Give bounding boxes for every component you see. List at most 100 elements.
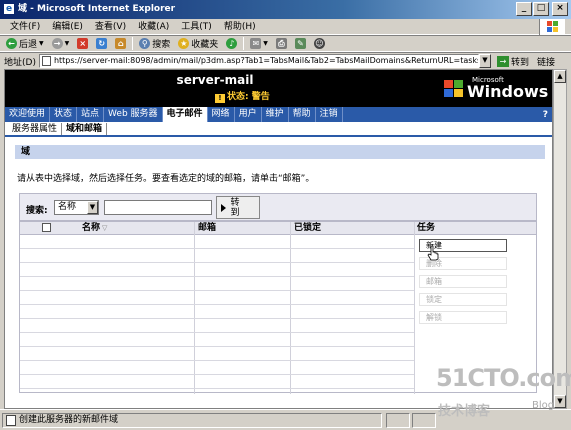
table-row[interactable] [20, 333, 414, 347]
nav-tab-sites[interactable]: 站点 [77, 107, 105, 122]
menu-view[interactable]: 查看(V) [89, 20, 132, 34]
task-panel: 新建 删除 邮箱 锁定 解锁 [415, 235, 536, 392]
refresh-button[interactable]: ↻ [92, 38, 111, 49]
nav-tab-users[interactable]: 用户 [235, 107, 262, 122]
nav-tab-status[interactable]: 状态 [50, 107, 78, 122]
table-row[interactable] [20, 277, 414, 291]
select-all-checkbox[interactable] [42, 223, 51, 232]
back-label: 后退 [19, 40, 38, 50]
page-icon [41, 56, 51, 66]
main-nav: 欢迎使用 状态 站点 Web 服务器 电子邮件 网络 用户 维护 帮助 注销 ? [5, 107, 552, 122]
nav-tab-email[interactable]: 电子邮件 [162, 107, 208, 122]
scroll-up-button[interactable]: ▲ [554, 70, 566, 83]
toolbar: ← 后退 ▼ → ▼ × ↻ ⌂ ⚲ 搜索 ★ 收藏夹 ♪ ✉ ▼ ⎙ ✎ ☺ [0, 35, 571, 52]
help-icon[interactable]: ? [543, 110, 552, 120]
table-row[interactable] [20, 361, 414, 375]
table-row[interactable] [20, 347, 414, 361]
table-row[interactable] [20, 263, 414, 277]
search-go-button[interactable]: 转到 [216, 196, 260, 219]
server-status[interactable]: ! 状态: 警告 [215, 89, 270, 103]
forward-button[interactable]: → ▼ [48, 38, 74, 49]
hand-cursor-icon [427, 245, 439, 261]
mail-button[interactable]: ✉ ▼ [246, 38, 272, 49]
media-button[interactable]: ♪ [222, 38, 241, 49]
column-header-locked[interactable]: 已锁定 [294, 222, 321, 235]
task-mailboxes-button[interactable]: 邮箱 [419, 275, 507, 288]
sort-icon: ▽ [102, 224, 108, 232]
table-row[interactable] [20, 249, 414, 263]
menu-edit[interactable]: 编辑(E) [46, 20, 89, 34]
address-input[interactable]: https://server-mail:8098/admin/mail/p3dm… [38, 54, 479, 68]
menu-help[interactable]: 帮助(H) [218, 20, 262, 34]
back-button[interactable]: ← 后退 ▼ [2, 37, 48, 50]
server-name: server-mail [176, 73, 254, 87]
status-message: 创建此服务器的新邮件域 [2, 413, 382, 428]
go-arrow-icon: → [496, 55, 509, 67]
table-row[interactable] [20, 319, 414, 333]
subtab-server-properties[interactable]: 服务器属性 [8, 123, 63, 135]
address-dropdown-button[interactable]: ▼ [478, 54, 491, 68]
nav-tab-web-server[interactable]: Web 服务器 [104, 107, 163, 122]
close-button[interactable]: × [552, 2, 568, 16]
favorites-button[interactable]: ★ 收藏夹 [174, 37, 222, 50]
favorites-label: 收藏夹 [191, 40, 219, 50]
play-arrow-icon [221, 203, 226, 212]
vertical-scrollbar[interactable]: ▲ ▼ [553, 69, 567, 409]
refresh-icon: ↻ [96, 38, 108, 49]
windows-flag-icon [539, 19, 565, 35]
table-row[interactable] [20, 291, 414, 305]
search-go-label: 转到 [230, 197, 240, 218]
search-panel: 搜索: 名称 ▼ 转到 [19, 193, 537, 221]
edit-button[interactable]: ✎ [291, 38, 310, 49]
nav-tab-logout[interactable]: 注销 [316, 107, 343, 122]
menu-tools[interactable]: 工具(T) [175, 20, 218, 34]
instructions: 请从表中选择域，然后选择任务。要查看选定的域的邮箱，请单击“邮箱”。 [17, 174, 315, 184]
nav-tab-help[interactable]: 帮助 [289, 107, 316, 122]
messenger-button[interactable]: ☺ [310, 38, 329, 49]
search-button[interactable]: ⚲ 搜索 [135, 37, 174, 50]
chevron-down-icon: ▼ [263, 40, 268, 47]
chevron-down-icon: ▼ [87, 201, 98, 214]
back-arrow-icon: ← [6, 38, 17, 49]
menu-favorites[interactable]: 收藏(A) [132, 20, 175, 34]
home-icon: ⌂ [115, 38, 127, 49]
search-label: 搜索: [26, 206, 48, 216]
links-button[interactable]: 链接 [537, 55, 555, 68]
search-field-select[interactable]: 名称 ▼ [54, 200, 99, 215]
windows-flag-icon [444, 80, 464, 98]
mail-icon: ✉ [250, 38, 262, 49]
nav-tab-welcome[interactable]: 欢迎使用 [5, 107, 51, 122]
toolbar-separator [243, 37, 245, 50]
page-content: server-mail ! 状态: 警告 Microsoft Windows 欢迎… [4, 69, 553, 409]
search-input[interactable] [104, 200, 212, 215]
table-body [20, 235, 414, 389]
column-header-name[interactable]: 名称 ▽ [82, 222, 107, 235]
task-unlock-button[interactable]: 解锁 [419, 311, 507, 324]
subtab-domains-mailboxes[interactable]: 域和邮箱 [62, 123, 108, 135]
address-bar: 地址(D) https://server-mail:8098/admin/mai… [0, 52, 571, 69]
address-label: 地址(D) [4, 57, 36, 68]
chevron-down-icon: ▼ [39, 40, 44, 47]
print-button[interactable]: ⎙ [272, 38, 291, 49]
minimize-button[interactable]: _ [516, 2, 532, 16]
window-title: 域 - Microsoft Internet Explorer [18, 4, 176, 14]
stop-button[interactable]: × [73, 38, 92, 49]
table-row[interactable] [20, 305, 414, 319]
status-segment [412, 413, 436, 428]
nav-tab-network[interactable]: 网络 [208, 107, 235, 122]
column-header-mailboxes[interactable]: 邮箱 [198, 222, 216, 235]
table-row[interactable] [20, 375, 414, 389]
nav-tab-maintenance[interactable]: 维护 [262, 107, 289, 122]
scroll-down-button[interactable]: ▼ [554, 395, 566, 408]
status-text: 状态: 警告 [227, 92, 270, 102]
task-lock-button[interactable]: 锁定 [419, 293, 507, 306]
home-button[interactable]: ⌂ [111, 38, 130, 49]
table-row[interactable] [20, 235, 414, 249]
maximize-button[interactable]: □ [533, 2, 549, 16]
menu-file[interactable]: 文件(F) [4, 20, 46, 34]
sub-nav: 服务器属性 域和邮箱 [5, 122, 552, 137]
menu-bar: 文件(F) 编辑(E) 查看(V) 收藏(A) 工具(T) 帮助(H) [0, 19, 571, 35]
star-icon: ★ [178, 38, 190, 49]
go-button[interactable]: → 转到 [496, 55, 529, 68]
search-field-value: 名称 [58, 202, 77, 212]
